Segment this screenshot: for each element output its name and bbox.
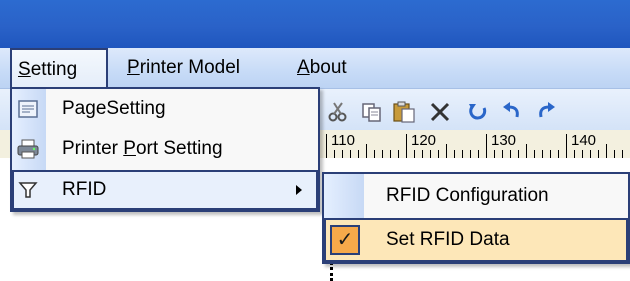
check-icon: ✓ (330, 225, 360, 255)
ruler-tick (366, 144, 367, 158)
label-pre: Printer (62, 138, 124, 159)
ruler-tick (350, 150, 351, 158)
menu-setting-accel-key: S (18, 59, 31, 80)
redo-icon[interactable] (534, 100, 558, 124)
menu-bar: Setting Printer Model About (0, 48, 630, 89)
ruler-label: 140 (571, 132, 597, 149)
submenu-arrow-icon (296, 185, 302, 195)
ruler-tick (390, 150, 391, 158)
ruler-tick (582, 150, 583, 158)
cut-icon[interactable] (326, 100, 350, 124)
ruler-tick (342, 150, 343, 158)
menu-about[interactable]: About (297, 48, 347, 88)
ruler-tick (566, 134, 567, 158)
delete-icon[interactable] (428, 100, 452, 124)
menu-item-label: RFID (62, 179, 107, 200)
ruler-tick (510, 150, 511, 158)
ruler-tick (406, 134, 407, 158)
ruler-tick (334, 150, 335, 158)
setting-dropdown-menu: PageSetting Printer Port Setting RFID (10, 87, 320, 212)
ruler-tick (606, 144, 607, 158)
ruler-tick (598, 150, 599, 158)
rfid-submenu: RFID Configuration ✓ Set RFID Data (322, 172, 630, 264)
menu-setting-label: etting (30, 59, 78, 80)
label-accel: P (123, 138, 136, 159)
submenu-item-label: RFID Configuration (386, 185, 549, 206)
printer-icon (16, 137, 40, 161)
ruler-label: 120 (411, 132, 437, 149)
menu-printer-model-accel-key: P (127, 57, 140, 78)
ruler-tick (358, 150, 359, 158)
ruler-tick (478, 150, 479, 158)
ruler-tick (326, 134, 327, 158)
ruler-tick (462, 150, 463, 158)
menu-about-label: bout (309, 57, 347, 78)
ruler-label: 130 (491, 132, 517, 149)
ruler-tick (558, 150, 559, 158)
ruler-tick (494, 150, 495, 158)
menu-printer-model[interactable]: Printer Model (127, 48, 240, 88)
ruler-label: 110 (331, 132, 355, 149)
ruler-tick (550, 150, 551, 158)
menu-printer-model-label: rinter Model (139, 57, 241, 78)
ruler-tick (526, 144, 527, 158)
ruler-tick (518, 150, 519, 158)
paste-icon[interactable] (392, 100, 416, 124)
ruler-tick (422, 150, 423, 158)
menu-item-label: Printer Port Setting (62, 129, 223, 169)
menu-item-printer-port-setting[interactable]: Printer Port Setting (12, 129, 318, 169)
ruler-tick (430, 150, 431, 158)
ruler-tick (486, 134, 487, 158)
submenu-item-label: Set RFID Data (386, 229, 510, 250)
menu-item-rfid[interactable]: RFID (12, 170, 318, 210)
label-pre: Pa (62, 98, 86, 119)
guide-line (330, 262, 333, 281)
menu-about-accel-key: A (297, 57, 310, 78)
title-bar (0, 0, 630, 48)
ruler-tick (614, 150, 615, 158)
label-post: eSetting (95, 98, 166, 119)
ruler-tick (414, 150, 415, 158)
ruler-tick (398, 150, 399, 158)
page-icon (16, 97, 40, 121)
ruler-tick (502, 150, 503, 158)
rotate-icon[interactable] (466, 100, 490, 124)
label-post: ort Setting (135, 138, 223, 159)
copy-icon[interactable] (360, 100, 384, 124)
ruler-tick (374, 150, 375, 158)
ruler-tick (382, 150, 383, 158)
submenu-item-set-rfid-data[interactable]: ✓ Set RFID Data (324, 218, 628, 262)
ruler-tick (446, 144, 447, 158)
funnel-icon (16, 178, 40, 202)
ruler-tick (542, 150, 543, 158)
ruler-tick (438, 150, 439, 158)
undo-icon[interactable] (500, 100, 524, 124)
ruler-tick (534, 150, 535, 158)
menu-item-label: PageSetting (62, 89, 166, 129)
submenu-item-rfid-configuration[interactable]: RFID Configuration (324, 174, 628, 218)
ruler-tick (454, 150, 455, 158)
menu-setting[interactable]: Setting (10, 48, 108, 88)
ruler-tick (574, 150, 575, 158)
label-accel: g (85, 98, 96, 119)
ruler-tick (470, 150, 471, 158)
ruler-tick (590, 150, 591, 158)
menu-item-page-setting[interactable]: PageSetting (12, 89, 318, 129)
ruler-tick (622, 150, 623, 158)
